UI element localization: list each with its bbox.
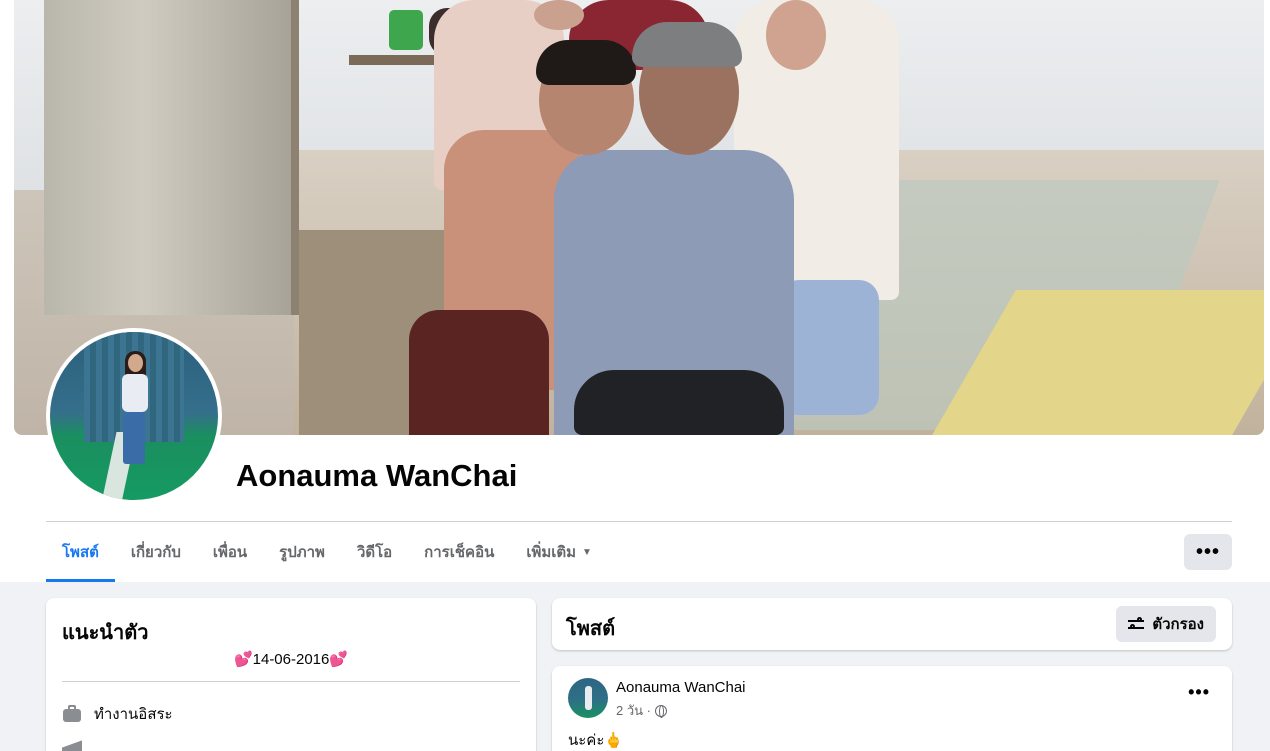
posts-header-card: โพสต์ ตัวกรอง bbox=[552, 598, 1232, 650]
cover-person bbox=[779, 280, 879, 415]
cover-person bbox=[409, 310, 549, 435]
post-author-avatar[interactable] bbox=[568, 678, 608, 718]
post-time[interactable]: 2 วัน · bbox=[616, 700, 651, 721]
cover-hair bbox=[632, 22, 742, 67]
cover-face bbox=[766, 0, 826, 70]
cover-person bbox=[574, 370, 784, 435]
filter-button[interactable]: ตัวกรอง bbox=[1116, 606, 1216, 642]
profile-tabs: โพสต์ เกี่ยวกับ เพื่อน รูปภาพ วิดีโอ การ… bbox=[46, 522, 608, 582]
caret-down-icon: ▼ bbox=[582, 546, 592, 558]
avatar-jeans bbox=[123, 412, 145, 464]
cover-jar bbox=[389, 10, 423, 50]
tab-label: วิดีโอ bbox=[356, 544, 393, 561]
post-meta: 2 วัน · bbox=[616, 700, 667, 721]
intro-bio: 💕14-06-2016💕 bbox=[233, 651, 349, 668]
tab-label: เกี่ยวกับ bbox=[130, 544, 181, 561]
profile-more-button[interactable]: ••• bbox=[1184, 534, 1232, 570]
post-card: Aonauma WanChai 2 วัน · ••• นะค่ะ🖕 bbox=[552, 666, 1232, 751]
post-text: นะค่ะ🖕 bbox=[568, 732, 624, 749]
intro-card: แนะนำตัว 💕14-06-2016💕 ทำงานอิสระ bbox=[46, 598, 536, 751]
profile-avatar[interactable] bbox=[50, 332, 218, 500]
globe-icon bbox=[654, 704, 667, 718]
intro-education-row bbox=[62, 740, 94, 751]
tab-label: เพื่อน bbox=[212, 544, 248, 561]
tab-label: โพสต์ bbox=[62, 544, 99, 561]
profile-header: Aonauma WanChai โพสต์ เกี่ยวกับ เพื่อน ร… bbox=[0, 0, 1270, 582]
post-author-name[interactable]: Aonauma WanChai bbox=[616, 679, 746, 696]
intro-title: แนะนำตัว bbox=[62, 622, 149, 644]
tab-posts[interactable]: โพสต์ bbox=[46, 522, 115, 582]
intro-work-row: ทำงานอิสระ bbox=[62, 702, 173, 726]
tab-friends[interactable]: เพื่อน bbox=[197, 522, 263, 582]
tab-videos[interactable]: วิดีโอ bbox=[341, 522, 408, 582]
tab-photos[interactable]: รูปภาพ bbox=[263, 522, 341, 582]
filter-icon bbox=[1128, 617, 1145, 631]
profile-name: Aonauma WanChai bbox=[236, 458, 518, 493]
intro-work-text: ทำงานอิสระ bbox=[94, 706, 173, 723]
cover-hair bbox=[536, 40, 636, 85]
tab-about[interactable]: เกี่ยวกับ bbox=[115, 522, 197, 582]
intro-divider bbox=[62, 681, 520, 682]
avatar-face bbox=[128, 354, 143, 372]
tab-more[interactable]: เพิ่มเติม ▼ bbox=[510, 522, 608, 582]
cover-face bbox=[534, 0, 584, 30]
tab-label: รูปภาพ bbox=[279, 544, 325, 561]
briefcase-icon bbox=[62, 704, 82, 724]
tab-label: เพิ่มเติม bbox=[526, 544, 577, 561]
graduation-cap-icon bbox=[62, 740, 82, 751]
post-options-button[interactable]: ••• bbox=[1188, 682, 1210, 703]
tab-label: การเช็คอิน bbox=[424, 544, 495, 561]
filter-label: ตัวกรอง bbox=[1152, 616, 1204, 633]
tab-checkins[interactable]: การเช็คอิน bbox=[408, 522, 510, 582]
avatar-shirt bbox=[122, 374, 148, 412]
posts-title: โพสต์ bbox=[566, 618, 616, 640]
cover-door bbox=[44, 0, 299, 315]
